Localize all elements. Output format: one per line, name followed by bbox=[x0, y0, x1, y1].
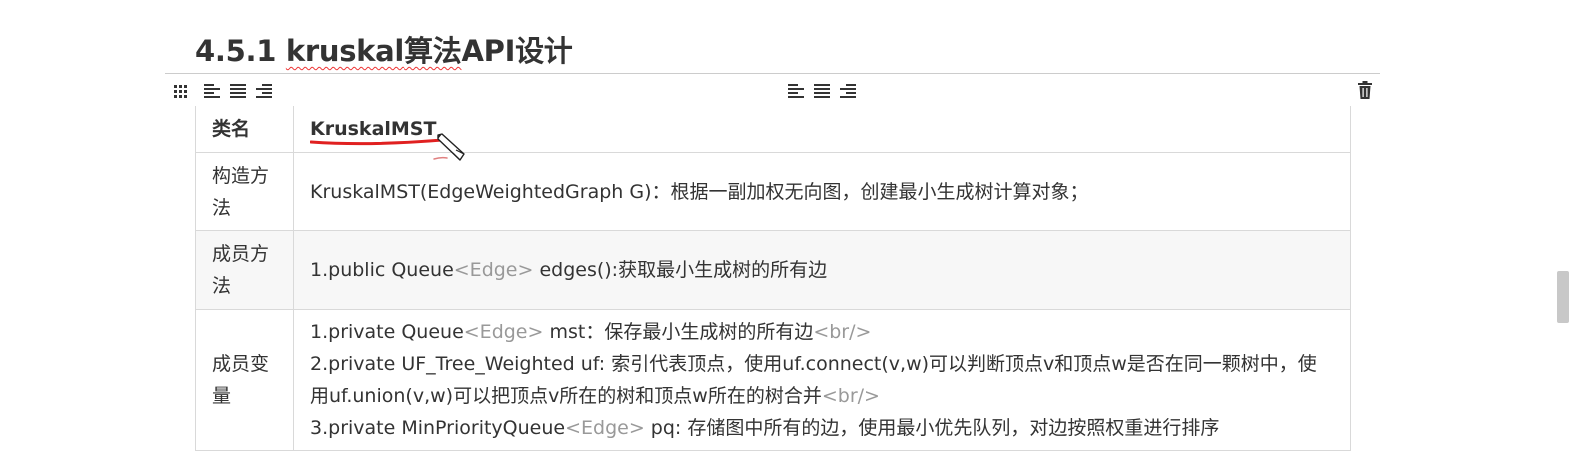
red-pen-underline bbox=[310, 139, 448, 160]
align-right-icon[interactable] bbox=[254, 81, 274, 101]
scrollbar-thumb[interactable] bbox=[1557, 271, 1569, 323]
generic-tag: <Edge> bbox=[565, 417, 645, 439]
row-label: 成员变量 bbox=[195, 309, 294, 451]
row-content: KruskalMST(EdgeWeightedGraph G)：根据一副加权无向… bbox=[293, 152, 1351, 231]
br-tag: <br/> bbox=[821, 385, 880, 407]
class-name-label: 类名 bbox=[195, 106, 294, 153]
content-line: 1.private Queue<Edge> mst：保存最小生成树的所有边<br… bbox=[310, 316, 1334, 348]
generic-tag: <Edge> bbox=[453, 259, 534, 281]
content-text: KruskalMST(EdgeWeightedGraph G)：根据一副加权无向… bbox=[310, 180, 1089, 203]
editor-divider bbox=[165, 73, 1380, 74]
trash-icon[interactable] bbox=[1357, 80, 1373, 104]
content-text: 1.private Queue bbox=[310, 321, 464, 343]
content-text: edges():获取最小生成树的所有边 bbox=[533, 259, 828, 281]
heading-suffix2: 设计 bbox=[515, 34, 573, 68]
table-row: 成员变量 1.private Queue<Edge> mst：保存最小生成树的所… bbox=[195, 309, 1351, 451]
heading-api: API bbox=[461, 34, 516, 68]
row-content: 1.private Queue<Edge> mst：保存最小生成树的所有边<br… bbox=[293, 309, 1351, 451]
grid-icon[interactable] bbox=[170, 81, 190, 101]
content-text: mst：保存最小生成树的所有边 bbox=[543, 321, 814, 343]
content-text: 2.private UF_Tree_Weighted uf: 索引代表顶点，使用… bbox=[310, 353, 1317, 407]
table-row: 成员方法 1.public Queue<Edge> edges():获取最小生成… bbox=[195, 230, 1351, 310]
align-center-icon[interactable] bbox=[812, 81, 832, 101]
content-line: 2.private UF_Tree_Weighted uf: 索引代表顶点，使用… bbox=[310, 348, 1334, 412]
pen-cursor-icon bbox=[437, 133, 465, 161]
br-tag: <br/> bbox=[813, 321, 872, 343]
content-text: 3.private MinPriorityQueue bbox=[310, 417, 566, 439]
content-line: KruskalMST(EdgeWeightedGraph G)：根据一副加权无向… bbox=[310, 176, 1334, 208]
align-left-icon[interactable] bbox=[202, 81, 222, 101]
content-line: 3.private MinPriorityQueue<Edge> pq: 存储图… bbox=[310, 412, 1334, 444]
table-toolbar-center bbox=[786, 81, 864, 101]
content-text: pq: 存储图中所有的边，使用最小优先队列，对边按照权重进行排序 bbox=[644, 417, 1220, 439]
align-right-icon[interactable] bbox=[838, 81, 858, 101]
heading-suffix-zh: 算法 bbox=[404, 34, 462, 68]
content-text: 1.public Queue bbox=[310, 259, 454, 281]
align-center-icon[interactable] bbox=[228, 81, 248, 101]
row-label: 成员方法 bbox=[195, 230, 294, 310]
section-heading: 4.5.1 kruskal算法API设计 bbox=[195, 28, 573, 70]
align-left-icon[interactable] bbox=[786, 81, 806, 101]
heading-kruskal: kruskal bbox=[285, 34, 405, 68]
content-line: 1.public Queue<Edge> edges():获取最小生成树的所有边 bbox=[310, 254, 1334, 286]
generic-tag: <Edge> bbox=[463, 321, 544, 343]
heading-prefix: 4.5.1 bbox=[195, 34, 286, 68]
row-label: 构造方法 bbox=[195, 152, 294, 231]
table-toolbar-left bbox=[170, 81, 280, 101]
row-content: 1.public Queue<Edge> edges():获取最小生成树的所有边 bbox=[293, 230, 1351, 310]
